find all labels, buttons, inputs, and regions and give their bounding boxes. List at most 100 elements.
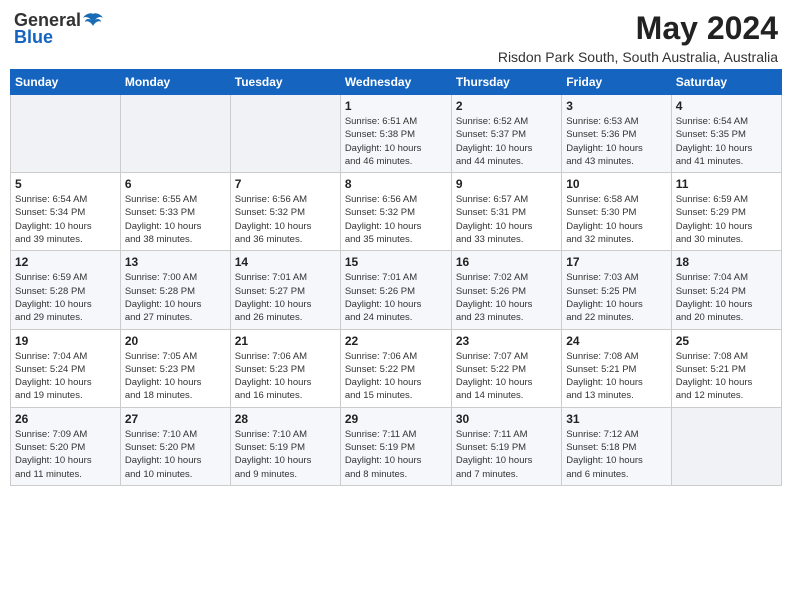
day-number: 9 [456, 177, 557, 191]
calendar-cell: 27 Sunrise: 7:10 AM Sunset: 5:20 PM Dayli… [120, 407, 230, 485]
day-number: 29 [345, 412, 447, 426]
calendar-cell: 12Sunrise: 6:59 AM Sunset: 5:28 PM Dayli… [11, 251, 121, 329]
day-info: Sunrise: 6:54 AM Sunset: 5:34 PM Dayligh… [15, 193, 116, 246]
calendar-cell: 22 Sunrise: 7:06 AM Sunset: 5:22 PM Dayli… [340, 329, 451, 407]
month-title: May 2024 [498, 10, 778, 47]
calendar-header-row: SundayMondayTuesdayWednesdayThursdayFrid… [11, 70, 782, 95]
calendar-cell: 7 Sunrise: 6:56 AM Sunset: 5:32 PM Daylig… [230, 173, 340, 251]
page-header: General Blue May 2024 Risdon Park South,… [10, 10, 782, 65]
calendar-cell: 23 Sunrise: 7:07 AM Sunset: 5:22 PM Dayli… [451, 329, 561, 407]
day-info: Sunrise: 6:56 AM Sunset: 5:32 PM Dayligh… [345, 193, 447, 246]
day-info: Sunrise: 7:03 AM Sunset: 5:25 PM Dayligh… [566, 271, 666, 324]
day-number: 26 [15, 412, 116, 426]
day-number: 8 [345, 177, 447, 191]
day-info: Sunrise: 7:04 AM Sunset: 5:24 PM Dayligh… [676, 271, 777, 324]
day-info: Sunrise: 7:02 AM Sunset: 5:26 PM Dayligh… [456, 271, 557, 324]
day-info: Sunrise: 6:56 AM Sunset: 5:32 PM Dayligh… [235, 193, 336, 246]
day-info: Sunrise: 6:54 AM Sunset: 5:35 PM Dayligh… [676, 115, 777, 168]
day-number: 16 [456, 255, 557, 269]
calendar-cell: 19 Sunrise: 7:04 AM Sunset: 5:24 PM Dayli… [11, 329, 121, 407]
calendar-cell: 8 Sunrise: 6:56 AM Sunset: 5:32 PM Daylig… [340, 173, 451, 251]
calendar-cell: 18 Sunrise: 7:04 AM Sunset: 5:24 PM Dayli… [671, 251, 781, 329]
calendar-cell: 11 Sunrise: 6:59 AM Sunset: 5:29 PM Dayli… [671, 173, 781, 251]
day-number: 30 [456, 412, 557, 426]
weekday-header-saturday: Saturday [671, 70, 781, 95]
calendar-cell: 6 Sunrise: 6:55 AM Sunset: 5:33 PM Daylig… [120, 173, 230, 251]
day-info: Sunrise: 7:08 AM Sunset: 5:21 PM Dayligh… [676, 350, 777, 403]
calendar-cell: 31 Sunrise: 7:12 AM Sunset: 5:18 PM Dayli… [562, 407, 671, 485]
calendar-week-4: 19 Sunrise: 7:04 AM Sunset: 5:24 PM Dayli… [11, 329, 782, 407]
calendar-cell: 24 Sunrise: 7:08 AM Sunset: 5:21 PM Dayli… [562, 329, 671, 407]
calendar-week-1: 1Sunrise: 6:51 AM Sunset: 5:38 PM Daylig… [11, 95, 782, 173]
day-info: Sunrise: 7:09 AM Sunset: 5:20 PM Dayligh… [15, 428, 116, 481]
day-info: Sunrise: 7:08 AM Sunset: 5:21 PM Dayligh… [566, 350, 666, 403]
day-info: Sunrise: 7:07 AM Sunset: 5:22 PM Dayligh… [456, 350, 557, 403]
calendar-week-5: 26 Sunrise: 7:09 AM Sunset: 5:20 PM Dayli… [11, 407, 782, 485]
calendar-cell: 14Sunrise: 7:01 AM Sunset: 5:27 PM Dayli… [230, 251, 340, 329]
calendar-cell: 28 Sunrise: 7:10 AM Sunset: 5:19 PM Dayli… [230, 407, 340, 485]
day-info: Sunrise: 6:59 AM Sunset: 5:29 PM Dayligh… [676, 193, 777, 246]
day-number: 28 [235, 412, 336, 426]
calendar-cell: 26 Sunrise: 7:09 AM Sunset: 5:20 PM Dayli… [11, 407, 121, 485]
title-area: May 2024 Risdon Park South, South Austra… [498, 10, 778, 65]
day-number: 12 [15, 255, 116, 269]
calendar-cell: 2Sunrise: 6:52 AM Sunset: 5:37 PM Daylig… [451, 95, 561, 173]
logo-bird-icon [83, 12, 103, 30]
day-number: 27 [125, 412, 226, 426]
day-info: Sunrise: 7:12 AM Sunset: 5:18 PM Dayligh… [566, 428, 666, 481]
calendar-cell: 10Sunrise: 6:58 AM Sunset: 5:30 PM Dayli… [562, 173, 671, 251]
calendar-cell: 13Sunrise: 7:00 AM Sunset: 5:28 PM Dayli… [120, 251, 230, 329]
location-title: Risdon Park South, South Australia, Aust… [498, 49, 778, 65]
day-number: 21 [235, 334, 336, 348]
day-number: 18 [676, 255, 777, 269]
calendar-cell [230, 95, 340, 173]
day-info: Sunrise: 6:53 AM Sunset: 5:36 PM Dayligh… [566, 115, 666, 168]
day-number: 23 [456, 334, 557, 348]
day-info: Sunrise: 7:10 AM Sunset: 5:19 PM Dayligh… [235, 428, 336, 481]
day-number: 6 [125, 177, 226, 191]
day-number: 17 [566, 255, 666, 269]
day-number: 5 [15, 177, 116, 191]
calendar-week-2: 5 Sunrise: 6:54 AM Sunset: 5:34 PM Daylig… [11, 173, 782, 251]
weekday-header-tuesday: Tuesday [230, 70, 340, 95]
calendar-cell: 5 Sunrise: 6:54 AM Sunset: 5:34 PM Daylig… [11, 173, 121, 251]
calendar-cell [11, 95, 121, 173]
calendar-table: SundayMondayTuesdayWednesdayThursdayFrid… [10, 69, 782, 486]
weekday-header-friday: Friday [562, 70, 671, 95]
calendar-cell: 25 Sunrise: 7:08 AM Sunset: 5:21 PM Dayli… [671, 329, 781, 407]
day-number: 19 [15, 334, 116, 348]
calendar-cell: 16 Sunrise: 7:02 AM Sunset: 5:26 PM Dayli… [451, 251, 561, 329]
weekday-header-sunday: Sunday [11, 70, 121, 95]
day-info: Sunrise: 7:00 AM Sunset: 5:28 PM Dayligh… [125, 271, 226, 324]
day-info: Sunrise: 7:10 AM Sunset: 5:20 PM Dayligh… [125, 428, 226, 481]
day-number: 24 [566, 334, 666, 348]
day-info: Sunrise: 7:06 AM Sunset: 5:22 PM Dayligh… [345, 350, 447, 403]
day-info: Sunrise: 6:55 AM Sunset: 5:33 PM Dayligh… [125, 193, 226, 246]
calendar-cell: 21 Sunrise: 7:06 AM Sunset: 5:23 PM Dayli… [230, 329, 340, 407]
day-number: 11 [676, 177, 777, 191]
day-number: 7 [235, 177, 336, 191]
day-number: 31 [566, 412, 666, 426]
day-info: Sunrise: 6:57 AM Sunset: 5:31 PM Dayligh… [456, 193, 557, 246]
day-info: Sunrise: 7:05 AM Sunset: 5:23 PM Dayligh… [125, 350, 226, 403]
day-number: 25 [676, 334, 777, 348]
day-info: Sunrise: 7:11 AM Sunset: 5:19 PM Dayligh… [345, 428, 447, 481]
day-number: 22 [345, 334, 447, 348]
day-info: Sunrise: 6:51 AM Sunset: 5:38 PM Dayligh… [345, 115, 447, 168]
day-number: 20 [125, 334, 226, 348]
calendar-cell: 9 Sunrise: 6:57 AM Sunset: 5:31 PM Daylig… [451, 173, 561, 251]
day-number: 3 [566, 99, 666, 113]
calendar-cell [120, 95, 230, 173]
day-info: Sunrise: 7:04 AM Sunset: 5:24 PM Dayligh… [15, 350, 116, 403]
day-info: Sunrise: 7:06 AM Sunset: 5:23 PM Dayligh… [235, 350, 336, 403]
day-info: Sunrise: 6:52 AM Sunset: 5:37 PM Dayligh… [456, 115, 557, 168]
day-number: 14 [235, 255, 336, 269]
calendar-cell: 20 Sunrise: 7:05 AM Sunset: 5:23 PM Dayli… [120, 329, 230, 407]
calendar-cell [671, 407, 781, 485]
weekday-header-thursday: Thursday [451, 70, 561, 95]
day-number: 15 [345, 255, 447, 269]
calendar-week-3: 12Sunrise: 6:59 AM Sunset: 5:28 PM Dayli… [11, 251, 782, 329]
logo-blue-text: Blue [14, 27, 53, 48]
calendar-cell: 30Sunrise: 7:11 AM Sunset: 5:19 PM Dayli… [451, 407, 561, 485]
calendar-cell: 3 Sunrise: 6:53 AM Sunset: 5:36 PM Daylig… [562, 95, 671, 173]
